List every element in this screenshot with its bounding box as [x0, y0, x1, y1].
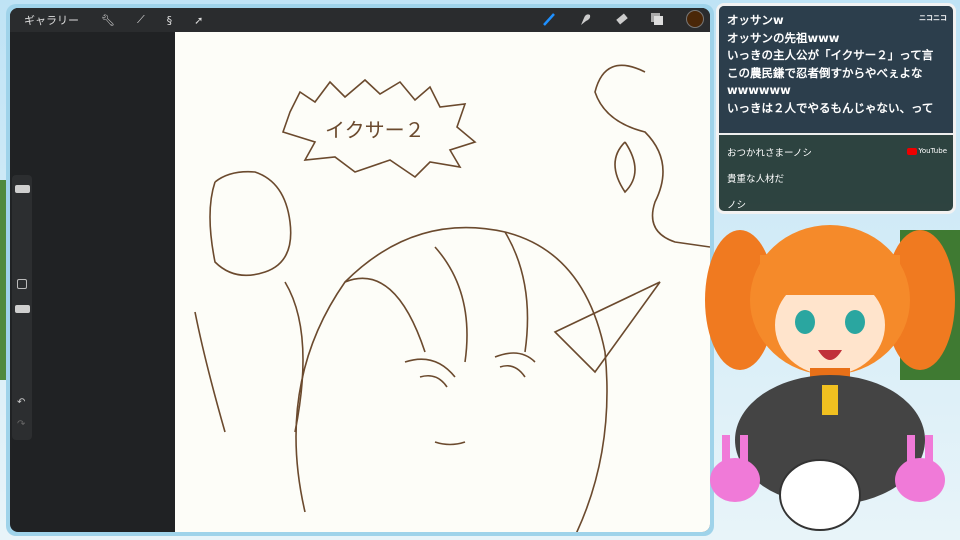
old-man-head [209, 170, 292, 277]
adjust-icon[interactable]: ⟋ [137, 13, 145, 27]
speech-bubble-text: イクサー２ [325, 118, 425, 142]
wrench-icon[interactable]: 🔧︎ [101, 14, 115, 27]
comment: 貴重な人材だ [727, 174, 785, 185]
comment: いっきは２人でやるもんじゃない、って [727, 100, 934, 115]
brush-icon[interactable] [542, 12, 556, 26]
redo-icon[interactable]: ↷ [17, 419, 25, 430]
sketch-drawing [194, 64, 710, 532]
comment: この農民鎌で忍者倒すからやべぇよな [727, 65, 923, 80]
layers-icon[interactable] [650, 12, 664, 26]
selection-icon[interactable]: § [167, 14, 173, 27]
youtube-comments: YouTube おつかれさまーノシ 貴重な人材だ ノシ [719, 133, 953, 211]
color-picker[interactable] [686, 10, 704, 28]
niconico-comments: ニコニコ オッサンw オッサンの先祖www いっきの主人公が「イクサー２」って言… [719, 6, 953, 133]
eraser-icon[interactable] [614, 12, 628, 26]
niconico-badge: ニコニコ [919, 14, 947, 22]
procreate-window: ギャラリー 🔧︎ ⟋ § ➚ ↶ ↷ イクサー２ [6, 4, 714, 536]
chat-overlay: ニコニコ オッサンw オッサンの先祖www いっきの主人公が「イクサー２」って言… [716, 3, 956, 214]
drawing-canvas[interactable]: イクサー２ [175, 32, 710, 532]
comment: オッサンw [727, 13, 784, 27]
undo-icon[interactable]: ↶ [17, 397, 25, 408]
youtube-badge: YouTube [906, 138, 947, 164]
eyedropper-button[interactable] [17, 279, 27, 289]
brush-size-slider[interactable] [15, 185, 30, 193]
vtuber-avatar [705, 225, 955, 531]
opacity-slider[interactable] [15, 305, 30, 313]
comment: いっきの主人公が「イクサー２」って言 [727, 48, 934, 62]
transform-icon[interactable]: ➚ [194, 14, 203, 27]
youtube-label: YouTube [918, 147, 947, 155]
elf-ear [553, 281, 661, 374]
comment: オッサンの先祖www [727, 30, 840, 45]
sidebar: ↶ ↷ [12, 175, 32, 440]
comment: wwwwww [727, 83, 791, 97]
gallery-button[interactable]: ギャラリー [24, 12, 79, 28]
youtube-logo-icon [906, 147, 917, 155]
toolbar: ギャラリー 🔧︎ ⟋ § ➚ [10, 8, 710, 32]
smudge-icon[interactable] [578, 12, 592, 26]
